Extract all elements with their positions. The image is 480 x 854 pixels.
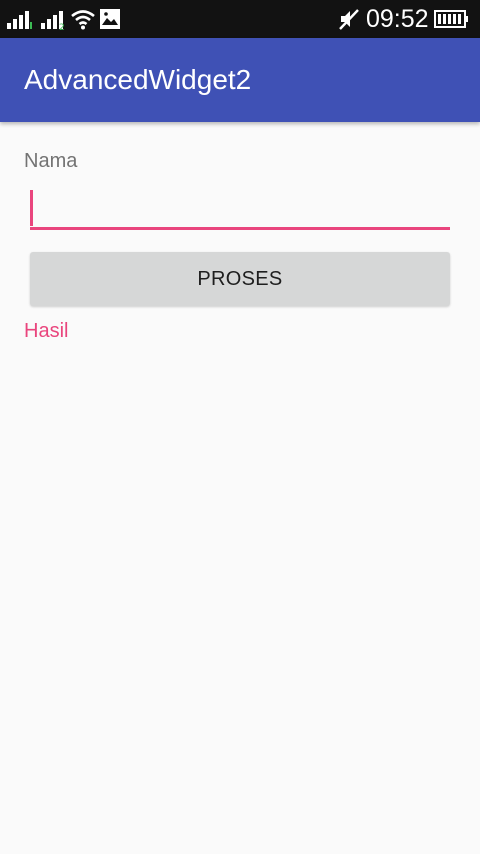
name-label: Nama [24,150,78,172]
result-text: Hasil [24,320,69,342]
svg-text:2: 2 [59,23,65,30]
mute-icon [337,0,361,38]
name-field-container [30,188,450,232]
image-icon [99,0,121,38]
proses-button[interactable]: PROSES [30,252,450,306]
app-bar: AdvancedWidget2 [0,38,480,122]
battery-icon [434,0,470,38]
signal-icon [6,0,32,38]
text-cursor [30,190,33,226]
wifi-icon [70,0,96,38]
status-bar: 2 09:52 [0,0,480,38]
signal-2-icon: 2 [40,0,66,38]
clock-time: 09:52 [366,5,429,33]
app-title: AdvancedWidget2 [24,64,252,95]
name-input[interactable] [30,188,450,230]
